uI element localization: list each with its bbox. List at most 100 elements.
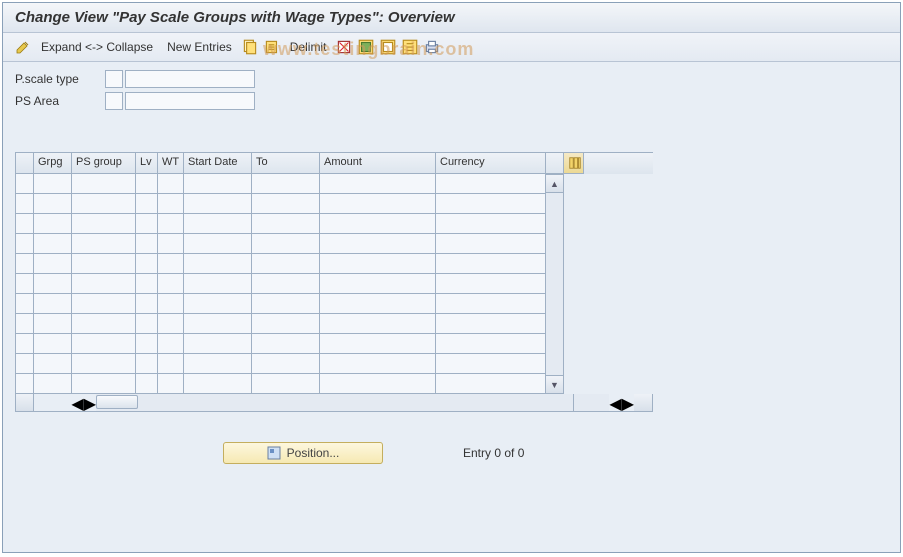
cell-amt[interactable] bbox=[320, 334, 436, 354]
cell-grpg[interactable] bbox=[34, 334, 72, 354]
column-config-icon[interactable] bbox=[564, 153, 584, 174]
scroll-right-icon[interactable]: ▶ bbox=[84, 394, 96, 411]
cell-to[interactable] bbox=[252, 214, 320, 234]
cell-psg[interactable] bbox=[72, 294, 136, 314]
cell-lv[interactable] bbox=[136, 274, 158, 294]
cell-wt[interactable] bbox=[158, 234, 184, 254]
table-row[interactable] bbox=[16, 314, 546, 334]
cell-lv[interactable] bbox=[136, 354, 158, 374]
cell-sd[interactable] bbox=[184, 234, 252, 254]
cell-grpg[interactable] bbox=[34, 254, 72, 274]
deselect-all-icon[interactable] bbox=[379, 38, 397, 56]
cell-sel[interactable] bbox=[16, 354, 34, 374]
ps-area-value-input[interactable] bbox=[125, 92, 255, 110]
cell-wt[interactable] bbox=[158, 294, 184, 314]
scroll-left2-icon[interactable]: ◀ bbox=[609, 394, 621, 411]
col-lv[interactable]: Lv bbox=[136, 153, 158, 174]
config-icon[interactable] bbox=[401, 38, 419, 56]
cell-sd[interactable] bbox=[184, 354, 252, 374]
cell-sel[interactable] bbox=[16, 374, 34, 394]
cell-wt[interactable] bbox=[158, 354, 184, 374]
scroll-right2-icon[interactable]: ▶ bbox=[622, 394, 634, 411]
cell-sel[interactable] bbox=[16, 274, 34, 294]
cell-cur[interactable] bbox=[436, 234, 546, 254]
cell-lv[interactable] bbox=[136, 294, 158, 314]
cell-wt[interactable] bbox=[158, 174, 184, 194]
cell-psg[interactable] bbox=[72, 334, 136, 354]
table-row[interactable] bbox=[16, 194, 546, 214]
cell-to[interactable] bbox=[252, 174, 320, 194]
cell-grpg[interactable] bbox=[34, 354, 72, 374]
cell-amt[interactable] bbox=[320, 174, 436, 194]
cell-amt[interactable] bbox=[320, 374, 436, 394]
vertical-scrollbar[interactable]: ▲ ▼ bbox=[546, 174, 564, 394]
vscroll-track[interactable] bbox=[546, 193, 563, 375]
cell-sd[interactable] bbox=[184, 254, 252, 274]
col-amount[interactable]: Amount bbox=[320, 153, 436, 174]
hscroll-track[interactable] bbox=[96, 394, 573, 411]
cell-amt[interactable] bbox=[320, 214, 436, 234]
cell-grpg[interactable] bbox=[34, 314, 72, 334]
cell-wt[interactable] bbox=[158, 334, 184, 354]
col-to[interactable]: To bbox=[252, 153, 320, 174]
table-row[interactable] bbox=[16, 294, 546, 314]
cell-sd[interactable] bbox=[184, 274, 252, 294]
cell-cur[interactable] bbox=[436, 174, 546, 194]
cell-amt[interactable] bbox=[320, 354, 436, 374]
cell-lv[interactable] bbox=[136, 214, 158, 234]
cell-lv[interactable] bbox=[136, 174, 158, 194]
cell-lv[interactable] bbox=[136, 314, 158, 334]
table-row[interactable] bbox=[16, 274, 546, 294]
new-entries-button[interactable]: New Entries bbox=[161, 38, 238, 56]
col-start-date[interactable]: Start Date bbox=[184, 153, 252, 174]
cell-grpg[interactable] bbox=[34, 374, 72, 394]
cell-cur[interactable] bbox=[436, 374, 546, 394]
table-row[interactable] bbox=[16, 234, 546, 254]
table-row[interactable] bbox=[16, 374, 546, 394]
cell-cur[interactable] bbox=[436, 194, 546, 214]
cell-to[interactable] bbox=[252, 314, 320, 334]
table-row[interactable] bbox=[16, 334, 546, 354]
cell-grpg[interactable] bbox=[34, 234, 72, 254]
cell-cur[interactable] bbox=[436, 214, 546, 234]
hscroll-thumb[interactable] bbox=[96, 395, 138, 409]
cell-wt[interactable] bbox=[158, 374, 184, 394]
position-button[interactable]: Position... bbox=[223, 442, 383, 464]
col-grpg[interactable]: Grpg bbox=[34, 153, 72, 174]
horizontal-scrollbar[interactable]: ◀ ▶ ◀ ▶ bbox=[15, 394, 653, 412]
cell-to[interactable] bbox=[252, 374, 320, 394]
ps-area-code-input[interactable] bbox=[105, 92, 123, 110]
cell-psg[interactable] bbox=[72, 234, 136, 254]
cell-to[interactable] bbox=[252, 254, 320, 274]
cell-wt[interactable] bbox=[158, 274, 184, 294]
cell-wt[interactable] bbox=[158, 254, 184, 274]
cell-sd[interactable] bbox=[184, 174, 252, 194]
cell-to[interactable] bbox=[252, 194, 320, 214]
cell-psg[interactable] bbox=[72, 254, 136, 274]
scroll-left-icon[interactable]: ◀ bbox=[71, 394, 83, 411]
cell-lv[interactable] bbox=[136, 374, 158, 394]
cell-psg[interactable] bbox=[72, 214, 136, 234]
cell-sel[interactable] bbox=[16, 214, 34, 234]
table-row[interactable] bbox=[16, 214, 546, 234]
pscale-type-code-input[interactable] bbox=[105, 70, 123, 88]
cell-grpg[interactable] bbox=[34, 294, 72, 314]
cell-sd[interactable] bbox=[184, 214, 252, 234]
table-row[interactable] bbox=[16, 354, 546, 374]
cell-sel[interactable] bbox=[16, 294, 34, 314]
cell-lv[interactable] bbox=[136, 234, 158, 254]
cell-cur[interactable] bbox=[436, 294, 546, 314]
cell-sd[interactable] bbox=[184, 294, 252, 314]
table-row[interactable] bbox=[16, 254, 546, 274]
cell-sd[interactable] bbox=[184, 194, 252, 214]
cell-wt[interactable] bbox=[158, 214, 184, 234]
cell-sel[interactable] bbox=[16, 334, 34, 354]
cell-sel[interactable] bbox=[16, 254, 34, 274]
scroll-down-icon[interactable]: ▼ bbox=[546, 375, 563, 393]
cell-grpg[interactable] bbox=[34, 194, 72, 214]
cell-amt[interactable] bbox=[320, 274, 436, 294]
col-currency[interactable]: Currency bbox=[436, 153, 546, 174]
toggle-edit-icon[interactable] bbox=[14, 38, 32, 56]
cell-cur[interactable] bbox=[436, 314, 546, 334]
cell-cur[interactable] bbox=[436, 274, 546, 294]
